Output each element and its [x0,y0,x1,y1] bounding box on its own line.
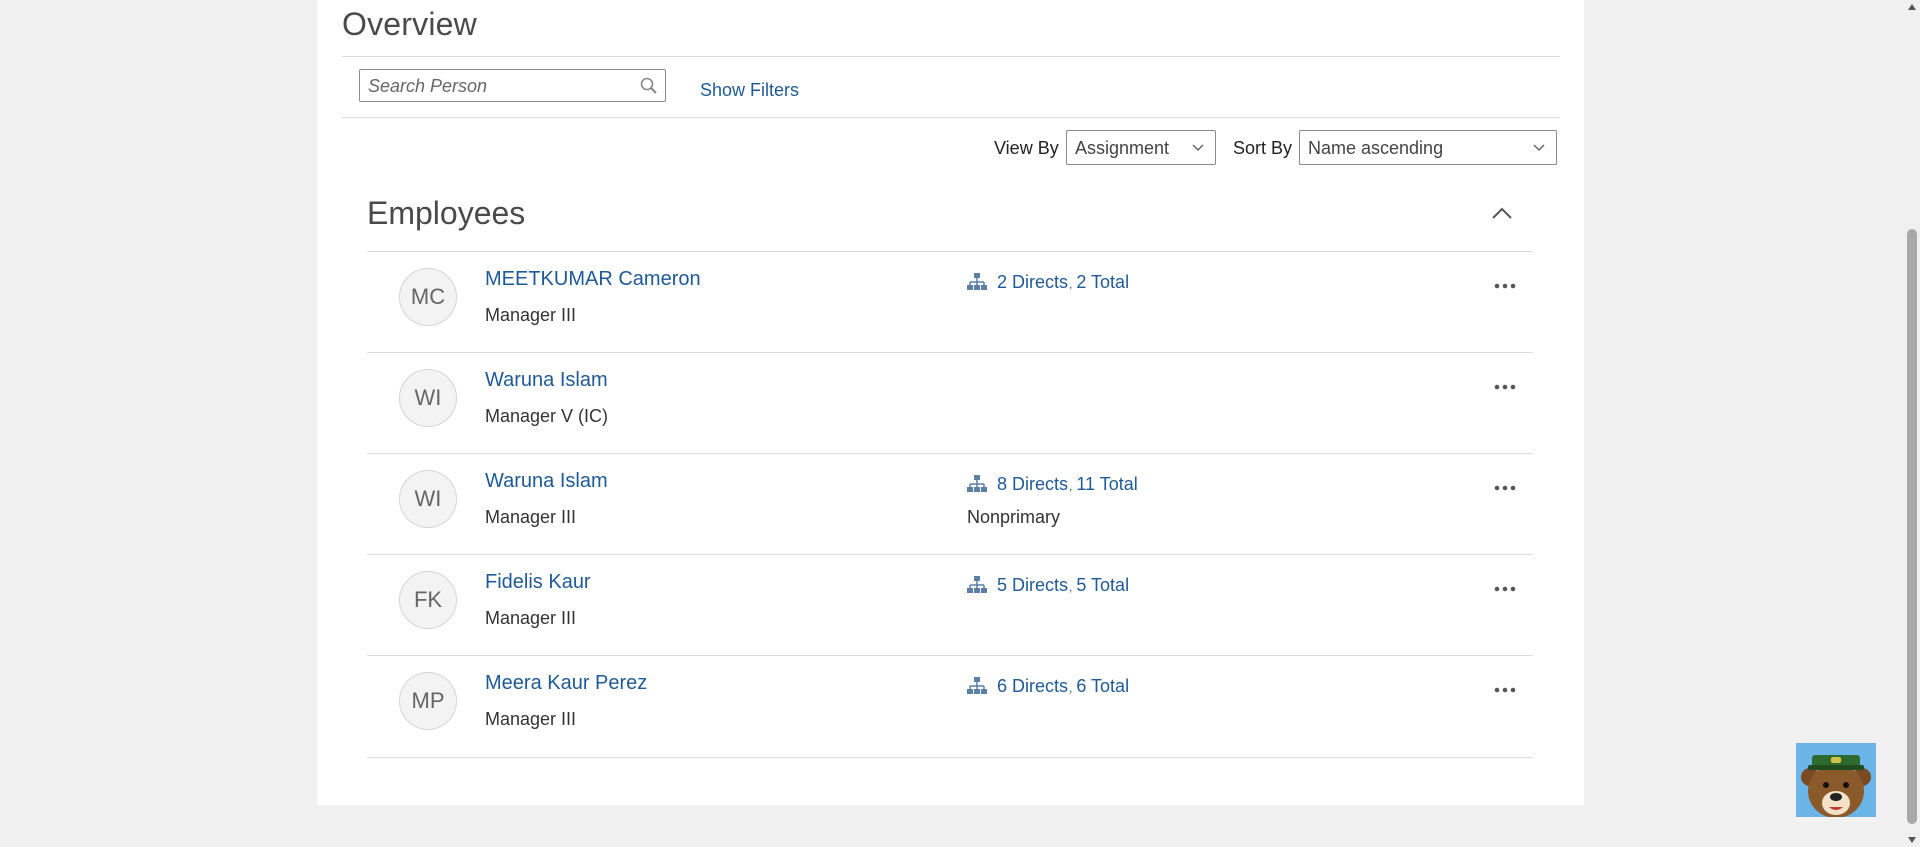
chevron-down-icon [1533,144,1545,152]
avatar: MP [399,672,457,730]
employee-job-title: Manager V (IC) [485,406,609,426]
directs-link[interactable]: 8 Directs , 11 Total [967,472,1138,496]
search-input[interactable] [366,74,630,99]
employee-name-link[interactable]: Meera Kaur Perez [485,672,647,695]
filters-divider [342,117,1560,118]
employee-row: MP Meera Kaur Perez Manager III 6 Direct… [367,655,1533,758]
avatar: MC [399,268,457,326]
show-filters-link[interactable]: Show Filters [700,80,799,101]
search-icon[interactable] [639,76,659,96]
directs-count[interactable]: 5 Directs [997,575,1068,596]
directs-count[interactable]: 6 Directs [997,676,1068,697]
scrollbar-thumb[interactable] [1907,229,1917,824]
employee-row: WI Waruna Islam Manager V (IC) [367,352,1533,454]
search-box[interactable] [359,69,666,102]
bear-avatar-icon [1796,743,1876,822]
employee-row: MC MEETKUMAR Cameron Manager III 2 Direc… [367,251,1533,353]
total-count[interactable]: 11 Total [1076,474,1137,495]
org-chart-icon [967,273,987,290]
vertical-scrollbar[interactable] [1904,0,1920,847]
separator: , [1069,479,1073,493]
assignment-status: Nonprimary [967,507,1061,527]
more-actions-icon[interactable] [1493,686,1517,694]
view-by-select[interactable]: Assignment [1066,130,1216,165]
employees-section-title: Employees [367,195,526,231]
avatar: FK [399,571,457,629]
avatar: WI [399,369,457,427]
employee-name-link[interactable]: Fidelis Kaur [485,571,591,594]
employee-row: FK Fidelis Kaur Manager III 5 Directs , … [367,554,1533,656]
title-divider [342,56,1560,57]
assistant-bear-icon[interactable] [1796,743,1876,822]
more-actions-icon[interactable] [1493,282,1517,290]
chevron-up-icon[interactable] [1490,205,1514,221]
org-chart-icon [967,677,987,694]
more-actions-icon[interactable] [1493,383,1517,391]
sort-by-value: Name ascending [1308,138,1444,158]
view-by-label: View By [994,138,1059,158]
more-actions-icon[interactable] [1493,585,1517,593]
employee-job-title: Manager III [485,608,577,628]
org-chart-icon [967,576,987,593]
total-count[interactable]: 5 Total [1076,575,1129,596]
total-count[interactable]: 6 Total [1076,676,1129,697]
employee-name-link[interactable]: Waruna Islam [485,470,608,493]
avatar: WI [399,470,457,528]
employee-name-link[interactable]: Waruna Islam [485,369,608,392]
directs-link[interactable]: 6 Directs , 6 Total [967,674,1129,698]
separator: , [1069,681,1073,695]
employee-job-title: Manager III [485,305,577,325]
chevron-down-icon [1192,144,1204,152]
employee-job-title: Manager III [485,709,577,729]
employee-row: WI Waruna Islam Manager III 8 Directs , … [367,453,1533,555]
scroll-up-arrow-icon[interactable] [1907,2,1917,12]
sort-by-select[interactable]: Name ascending [1299,130,1557,165]
more-actions-icon[interactable] [1493,484,1517,492]
separator: , [1069,580,1073,594]
page-title: Overview [342,6,477,42]
view-by-value: Assignment [1075,138,1170,158]
directs-link[interactable]: 2 Directs , 2 Total [967,270,1129,294]
employee-job-title: Manager III [485,507,577,527]
total-count[interactable]: 2 Total [1076,272,1129,293]
directs-count[interactable]: 8 Directs [997,474,1068,495]
separator: , [1069,277,1073,291]
directs-count[interactable]: 2 Directs [997,272,1068,293]
scroll-down-arrow-icon[interactable] [1907,835,1917,845]
directs-link[interactable]: 5 Directs , 5 Total [967,573,1129,597]
sort-by-label: Sort By [1233,138,1293,158]
employee-name-link[interactable]: MEETKUMAR Cameron [485,268,701,291]
org-chart-icon [967,475,987,492]
